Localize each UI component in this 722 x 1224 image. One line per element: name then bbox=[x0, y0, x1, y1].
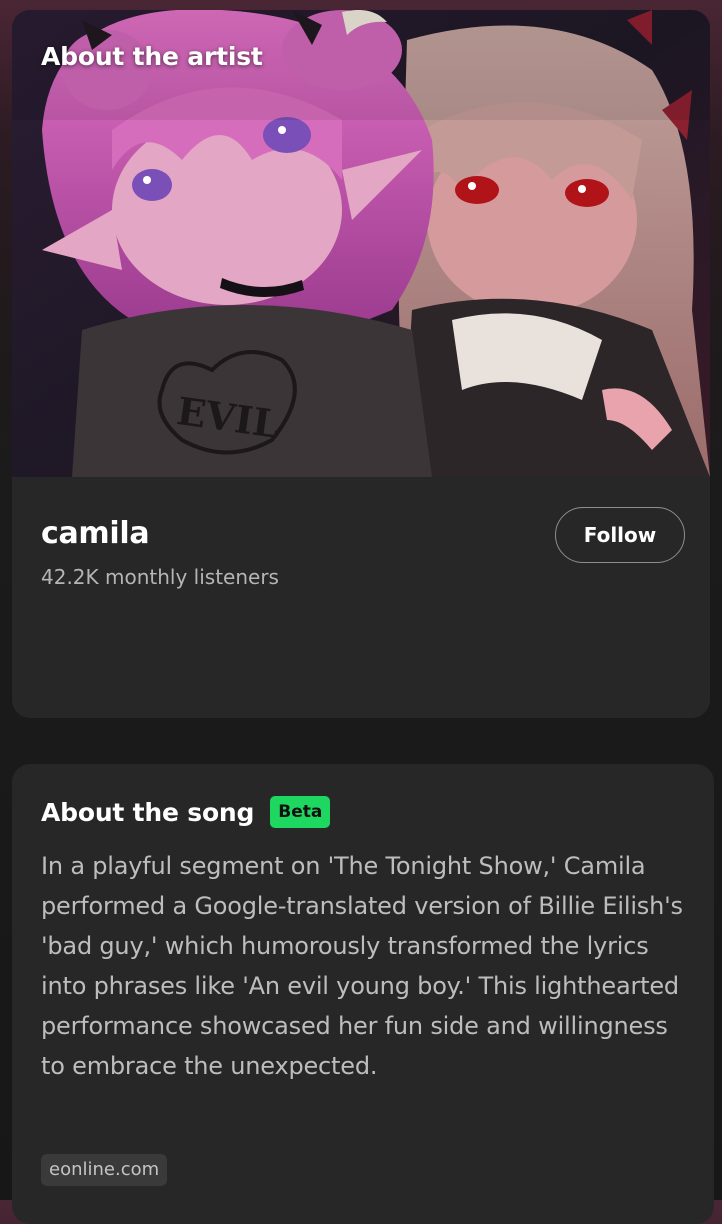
song-heading-row: About the song Beta bbox=[41, 796, 331, 828]
follow-button[interactable]: Follow bbox=[555, 507, 685, 563]
song-description: In a playful segment on 'The Tonight Sho… bbox=[41, 852, 683, 1080]
about-artist-heading: About the artist bbox=[41, 42, 263, 71]
song-card: About the song Beta In a playful segment… bbox=[12, 764, 714, 1224]
source-link[interactable]: eonline.com bbox=[41, 1154, 168, 1186]
artist-card: EVIL About the artist camila 42.2K month… bbox=[12, 10, 710, 718]
monthly-listeners: 42.2K monthly listeners bbox=[41, 565, 279, 589]
artist-image[interactable]: EVIL bbox=[12, 10, 710, 477]
artist-illustration: EVIL bbox=[12, 10, 710, 477]
artist-name[interactable]: camila bbox=[41, 516, 150, 551]
beta-badge: Beta bbox=[270, 796, 331, 828]
about-song-heading: About the song bbox=[41, 797, 255, 827]
